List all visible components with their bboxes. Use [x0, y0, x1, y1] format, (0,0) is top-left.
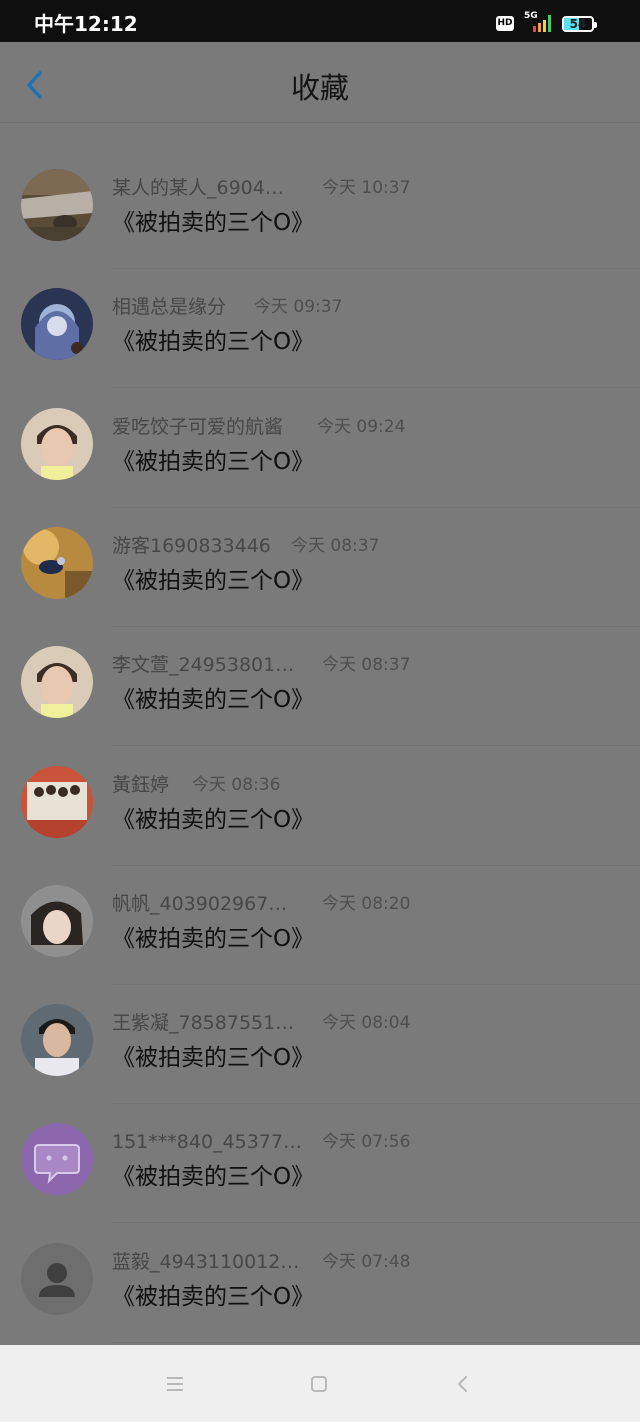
hd-badge: HD [496, 16, 514, 31]
book-title: 《被拍卖的三个O》 [112, 210, 315, 236]
avatar[interactable] [21, 407, 93, 480]
user-name: 李文萱_24953801… [112, 654, 295, 677]
book-title: 《被拍卖的三个O》 [112, 1045, 315, 1072]
book-title: 《被拍卖的三个O》 [112, 329, 315, 356]
nav-bar: 收藏 [0, 42, 640, 123]
book-title: 《被拍卖的三个O》 [112, 567, 315, 594]
divider [112, 1341, 640, 1343]
avatar[interactable] [21, 288, 93, 361]
avatar[interactable] [21, 1004, 93, 1077]
favorite-row[interactable]: 王紫凝_78587551… 今天 08:04 《被拍卖的三个O》 [0, 985, 640, 1105]
user-name: 某人的某人_6904… [112, 177, 284, 199]
favorite-row[interactable]: 蓝毅_4943110012… 今天 07:48 《被拍卖的三个O》 [0, 1224, 640, 1343]
timestamp: 今天 10:37 [322, 178, 411, 198]
favorite-row[interactable]: 帆帆_403902967… 今天 08:20 《被拍卖的三个O》 [0, 866, 640, 985]
signal-icon [533, 15, 551, 32]
avatar[interactable] [21, 884, 93, 957]
avatar[interactable] [21, 646, 93, 719]
book-title: 《被拍卖的三个O》 [112, 925, 315, 952]
favorite-row[interactable]: 相遇总是缘分 今天 09:37 《被拍卖的三个O》 [0, 269, 640, 389]
system-nav-bar [0, 1345, 640, 1422]
favorite-row[interactable]: 黃鈺婷 今天 08:36 《被拍卖的三个O》 [0, 747, 640, 866]
book-title: 《被拍卖的三个O》 [112, 806, 315, 833]
timestamp: 今天 07:56 [322, 1132, 411, 1153]
home-square-icon[interactable] [306, 1371, 332, 1397]
favorite-row[interactable]: 爱吃饺子可爱的航酱 今天 09:24 《被拍卖的三个O》 [0, 389, 640, 508]
status-time: 中午12:12 [34, 12, 138, 36]
user-name: 151***840_45377… [112, 1131, 302, 1154]
book-title: 《被拍卖的三个O》 [112, 1283, 315, 1310]
battery-level: 54 [569, 17, 587, 31]
favorite-row[interactable]: 李文萱_24953801… 今天 08:37 《被拍卖的三个O》 [0, 627, 640, 747]
avatar[interactable] [21, 169, 93, 241]
menu-icon[interactable] [162, 1371, 188, 1397]
avatar[interactable] [21, 526, 93, 599]
book-title: 《被拍卖的三个O》 [112, 448, 315, 475]
back-triangle-icon[interactable] [450, 1371, 476, 1397]
user-name: 相遇总是缘分 [112, 296, 227, 319]
avatar[interactable] [21, 1242, 93, 1315]
battery-icon: 54 [562, 16, 597, 32]
user-name: 王紫凝_78587551… [112, 1012, 295, 1035]
timestamp: 今天 08:04 [322, 1013, 411, 1034]
status-bar: 中午12:12 HD 5G 54 [0, 0, 640, 42]
favorite-row[interactable]: 某人的某人_6904… 今天 10:37 《被拍卖的三个O》 [0, 150, 640, 269]
timestamp: 今天 09:37 [254, 297, 343, 318]
timestamp: 今天 08:37 [322, 655, 411, 676]
timestamp: 今天 07:48 [322, 1251, 411, 1272]
avatar[interactable] [21, 765, 93, 838]
favorite-row[interactable]: 游客1690833446 今天 08:37 《被拍卖的三个O》 [0, 508, 640, 627]
user-name: 黃鈺婷 [112, 773, 170, 796]
user-name: 游客1690833446 [112, 534, 271, 557]
page-title: 收藏 [290, 71, 349, 105]
avatar[interactable] [21, 1123, 93, 1196]
user-name: 蓝毅_4943110012… [112, 1250, 300, 1273]
user-name: 爱吃饺子可爱的航酱 [112, 415, 284, 438]
timestamp: 今天 08:36 [192, 774, 281, 795]
timestamp: 今天 09:24 [317, 416, 406, 437]
timestamp: 今天 08:20 [322, 893, 411, 914]
timestamp: 今天 08:37 [291, 535, 380, 556]
user-name: 帆帆_403902967… [112, 892, 288, 915]
book-title: 《被拍卖的三个O》 [112, 687, 315, 714]
favorite-row[interactable]: 151***840_45377… 今天 07:56 《被拍卖的三个O》 [0, 1104, 640, 1224]
book-title: 《被拍卖的三个O》 [112, 1164, 315, 1191]
